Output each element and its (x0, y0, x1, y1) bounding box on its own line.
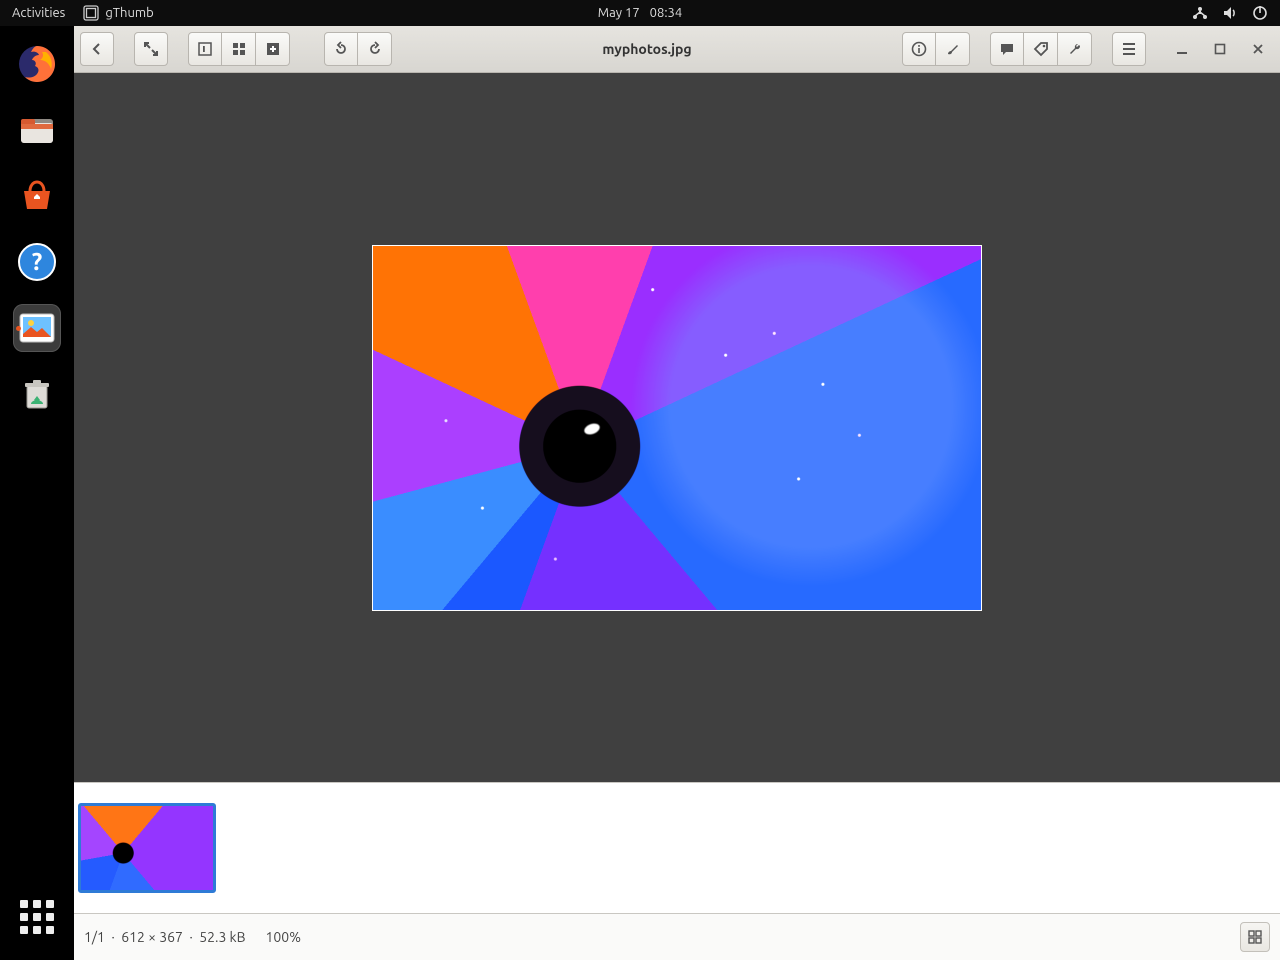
zoom-in-button[interactable] (256, 32, 290, 66)
app-menu[interactable]: gThumb (83, 5, 153, 21)
dock-trash[interactable] (13, 370, 61, 418)
firefox-icon (16, 43, 58, 85)
rotate-ccw-icon (333, 41, 349, 57)
hamburger-menu[interactable] (1112, 32, 1146, 66)
zoom-actual-button[interactable] (188, 32, 222, 66)
running-indicator (16, 326, 21, 331)
status-bar: 1/1 · 612 × 367 · 52.3 kB 100% (74, 913, 1280, 960)
status-summary: 1/1 · 612 × 367 · 52.3 kB (84, 929, 246, 945)
show-applications[interactable] (16, 896, 58, 938)
status-zoom: 100% (266, 929, 301, 945)
dock-software[interactable] (13, 172, 61, 220)
app-menu-label: gThumb (105, 6, 153, 20)
tools-button[interactable] (1058, 32, 1092, 66)
window-close[interactable] (1242, 34, 1274, 64)
close-icon (1252, 43, 1264, 55)
rotate-left-button[interactable] (324, 32, 358, 66)
dock-firefox[interactable] (13, 40, 61, 88)
image-viewer-area[interactable] (74, 73, 1280, 782)
dock-help[interactable]: ? (13, 238, 61, 286)
window-title: myphotos.jpg (398, 41, 896, 57)
svg-text:?: ? (32, 248, 43, 275)
tags-button[interactable] (1024, 32, 1058, 66)
status-filesize: 52.3 kB (199, 929, 245, 945)
tag-icon (1033, 41, 1049, 57)
software-center-icon (16, 175, 58, 217)
annotate-group (990, 32, 1092, 66)
back-button[interactable] (80, 32, 114, 66)
rotate-group (324, 32, 392, 66)
power-icon[interactable] (1252, 5, 1268, 21)
wrench-icon (1067, 41, 1083, 57)
volume-icon[interactable] (1222, 6, 1238, 20)
window-minimize[interactable] (1166, 34, 1198, 64)
window-maximize[interactable] (1204, 34, 1236, 64)
zoom-group (188, 32, 290, 66)
activities-button[interactable]: Activities (12, 6, 65, 20)
comment-icon (999, 41, 1015, 57)
status-dimensions: 612 × 367 (121, 929, 183, 945)
thumbnail-strip (74, 782, 1280, 913)
info-icon (911, 41, 927, 57)
menu-icon (1121, 42, 1137, 56)
one-to-one-icon (197, 41, 213, 57)
clock-date: May 17 (598, 6, 640, 20)
info-group (902, 32, 970, 66)
ubuntu-dock: ? (0, 26, 74, 960)
maximize-icon (1214, 43, 1226, 55)
fullscreen-button[interactable] (134, 32, 168, 66)
network-icon[interactable] (1192, 6, 1208, 20)
help-icon: ? (16, 241, 58, 283)
fullscreen-icon (143, 41, 159, 57)
fit-icon (231, 41, 247, 57)
thumbnail-item[interactable] (78, 803, 216, 893)
displayed-image (372, 245, 982, 611)
browser-view-button[interactable] (1240, 922, 1270, 952)
gthumb-icon (17, 308, 57, 348)
plus-icon (265, 41, 281, 57)
minimize-icon (1176, 43, 1188, 55)
gthumb-window: myphotos.jpg (74, 26, 1280, 960)
grid-icon (1247, 929, 1263, 945)
rotate-cw-icon (367, 41, 383, 57)
header-bar: myphotos.jpg (74, 26, 1280, 73)
dock-gthumb[interactable] (13, 304, 61, 352)
rotate-right-button[interactable] (358, 32, 392, 66)
clock[interactable]: May 17 08:34 (598, 6, 682, 20)
comment-button[interactable] (990, 32, 1024, 66)
clock-time: 08:34 (650, 6, 683, 20)
chevron-left-icon (90, 42, 104, 56)
files-icon (16, 109, 58, 151)
trash-icon (17, 374, 57, 414)
dock-files[interactable] (13, 106, 61, 154)
edit-button[interactable] (936, 32, 970, 66)
properties-button[interactable] (902, 32, 936, 66)
gnome-top-bar: Activities gThumb May 17 08:34 (0, 0, 1280, 26)
brush-icon (945, 41, 961, 57)
gthumb-menu-icon (83, 5, 99, 21)
status-position: 1/1 (84, 929, 105, 945)
zoom-fit-button[interactable] (222, 32, 256, 66)
